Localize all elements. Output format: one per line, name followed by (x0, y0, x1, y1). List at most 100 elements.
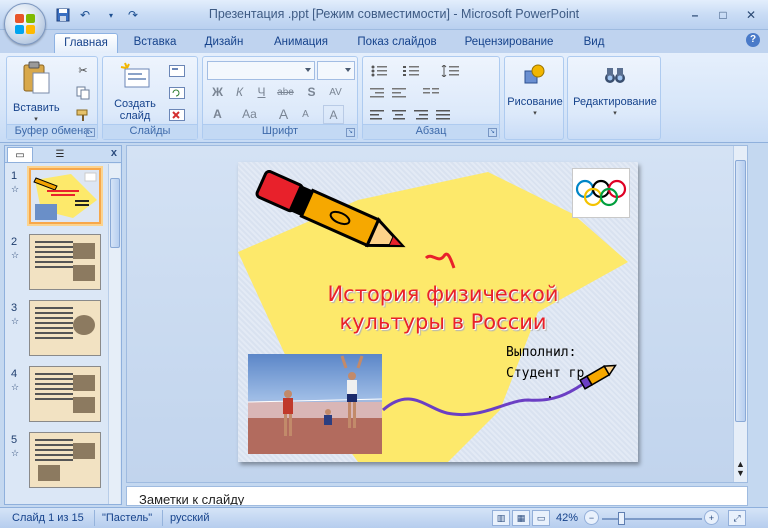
zoom-out-icon[interactable]: − (584, 510, 599, 525)
athletes-photo[interactable] (248, 354, 382, 454)
animation-star-icon: ☆ (11, 316, 20, 326)
minimize-button[interactable]: – (682, 5, 708, 25)
slide-thumb-row[interactable]: 2 ☆ (5, 234, 109, 296)
tab-slides-icon[interactable]: ▭ (7, 147, 33, 162)
align-right-icon[interactable] (411, 105, 431, 124)
cut-icon[interactable]: ✂ (73, 61, 93, 80)
paragraph-launcher-icon[interactable]: ↘ (488, 128, 497, 137)
new-slide-label-2: слайд (119, 110, 151, 122)
grow-font-button[interactable]: A (273, 105, 294, 124)
font-name-combo[interactable] (207, 61, 315, 80)
group-label-paragraph: Абзац (363, 124, 499, 139)
tab-review[interactable]: Рецензирование (456, 33, 562, 53)
notes-placeholder: Заметки к слайду (139, 492, 245, 506)
zoom-slider-knob[interactable] (618, 512, 625, 525)
editing-label: Редактирование (573, 96, 657, 108)
zoom-level[interactable]: 42% (556, 512, 578, 524)
zoom-in-icon[interactable]: + (704, 510, 719, 525)
scrollbar-thumb[interactable] (735, 160, 746, 422)
bullets-icon[interactable] (367, 61, 397, 80)
notes-pane[interactable]: Заметки к слайду (126, 486, 748, 506)
slide-thumbnail[interactable] (29, 300, 101, 356)
slide-thumb-row[interactable]: 1 ☆ (5, 168, 109, 230)
strikethrough-button[interactable]: abe (275, 83, 296, 102)
author-line-2: Студент гр (506, 366, 585, 381)
tab-view[interactable]: Вид (578, 33, 610, 53)
slide-thumbnail[interactable] (29, 366, 101, 422)
justify-icon[interactable] (433, 105, 453, 124)
slide-thumbnail[interactable] (29, 168, 101, 224)
font-launcher-icon[interactable]: ↘ (346, 128, 355, 137)
slide-author-text[interactable]: Выполнил: Студент гр . (506, 342, 584, 405)
scrollbar-thumb[interactable] (110, 178, 120, 248)
shadow-button[interactable]: S (301, 83, 322, 102)
reset-slide-icon[interactable] (167, 83, 187, 102)
columns-icon[interactable] (417, 83, 447, 102)
italic-button[interactable]: К (229, 83, 250, 102)
ribbon: Вставить ▾ ✂ Буфер обмена ↘ Создать слай… (0, 53, 768, 143)
delete-slide-icon[interactable] (167, 105, 187, 124)
help-icon[interactable]: ? (746, 33, 760, 47)
slide-thumbnail[interactable] (29, 432, 101, 488)
slides-pane-scrollbar[interactable] (108, 164, 120, 504)
fit-to-window-icon[interactable]: ⤢ (728, 510, 746, 526)
current-slide[interactable]: История физической культуры в России Вып… (238, 162, 638, 462)
bold-button[interactable]: Ж (207, 83, 228, 102)
drawing-label: Рисование (507, 96, 563, 108)
tab-design[interactable]: Дизайн (198, 33, 250, 53)
line-spacing-icon[interactable] (437, 61, 467, 80)
language-status[interactable]: русский (170, 512, 209, 524)
copy-icon[interactable] (73, 83, 93, 102)
slide-thumb-row[interactable]: 4 ☆ (5, 366, 109, 428)
increase-indent-icon[interactable] (389, 83, 409, 102)
slide-thumbnail[interactable] (29, 234, 101, 290)
close-button[interactable]: ✕ (738, 5, 764, 25)
pane-tabs: ▭ ☰ x (5, 146, 121, 163)
slide-thumb-row[interactable]: 3 ☆ (5, 300, 109, 362)
shapes-icon (524, 64, 545, 84)
decrease-indent-icon[interactable] (367, 83, 387, 102)
paste-icon (23, 61, 50, 94)
clear-format-button[interactable]: A (323, 105, 344, 124)
layout-icon[interactable] (167, 61, 187, 80)
window-title: Презентация .ppt [Режим совместимости] -… (208, 7, 580, 21)
prev-next-slide-icons[interactable]: ▲ ▼ (736, 460, 745, 478)
pencil-icon (255, 170, 456, 269)
binoculars-icon (605, 68, 625, 83)
shrink-font-button[interactable]: A (295, 105, 316, 124)
tab-animation[interactable]: Анимация (266, 33, 336, 53)
change-case-button[interactable]: Aa (239, 105, 260, 124)
slide-number: 1 (11, 170, 18, 182)
numbering-icon[interactable] (399, 61, 429, 80)
slide-thumb-row[interactable]: 5 ☆ (5, 432, 109, 494)
zoom-slider[interactable] (602, 518, 702, 520)
slideshow-icon[interactable]: ▭ (532, 510, 550, 526)
format-painter-icon[interactable] (73, 105, 93, 124)
slide-sorter-icon[interactable]: ▦ (512, 510, 530, 526)
underline-button[interactable]: Ч (251, 83, 272, 102)
author-line-3: . (546, 387, 554, 402)
tab-home[interactable]: Главная (54, 33, 118, 53)
font-size-combo[interactable] (317, 61, 355, 80)
tab-slideshow[interactable]: Показ слайдов (350, 33, 444, 53)
slide-scrollbar[interactable]: ▲ ▼ (733, 146, 747, 482)
paste-button[interactable]: Вставить ▾ (13, 61, 60, 126)
office-button[interactable] (4, 3, 46, 45)
drawing-button[interactable]: Рисование ▾ (507, 63, 563, 120)
clipboard-launcher-icon[interactable]: ↘ (86, 128, 95, 137)
align-left-icon[interactable] (367, 105, 387, 124)
align-center-icon[interactable] (389, 105, 409, 124)
group-label-slides: Слайды (103, 124, 197, 139)
slide-number: 3 (11, 302, 18, 314)
font-color-button[interactable]: A (207, 105, 228, 124)
char-spacing-button[interactable]: AV (325, 83, 346, 102)
tab-insert[interactable]: Вставка (126, 33, 184, 53)
status-bar: Слайд 1 из 15 "Пастель" русский ▥ ▦ ▭ 42… (0, 507, 768, 528)
normal-view-icon[interactable]: ▥ (492, 510, 510, 526)
slide-title[interactable]: История физической культуры в России (278, 280, 608, 336)
new-slide-button[interactable]: Создать слайд (111, 61, 159, 122)
tab-outline-icon[interactable]: ☰ (47, 147, 73, 162)
close-pane-icon[interactable]: x (111, 147, 117, 159)
editing-button[interactable]: Редактирование ▾ (570, 63, 660, 120)
maximize-button[interactable]: □ (710, 5, 736, 25)
